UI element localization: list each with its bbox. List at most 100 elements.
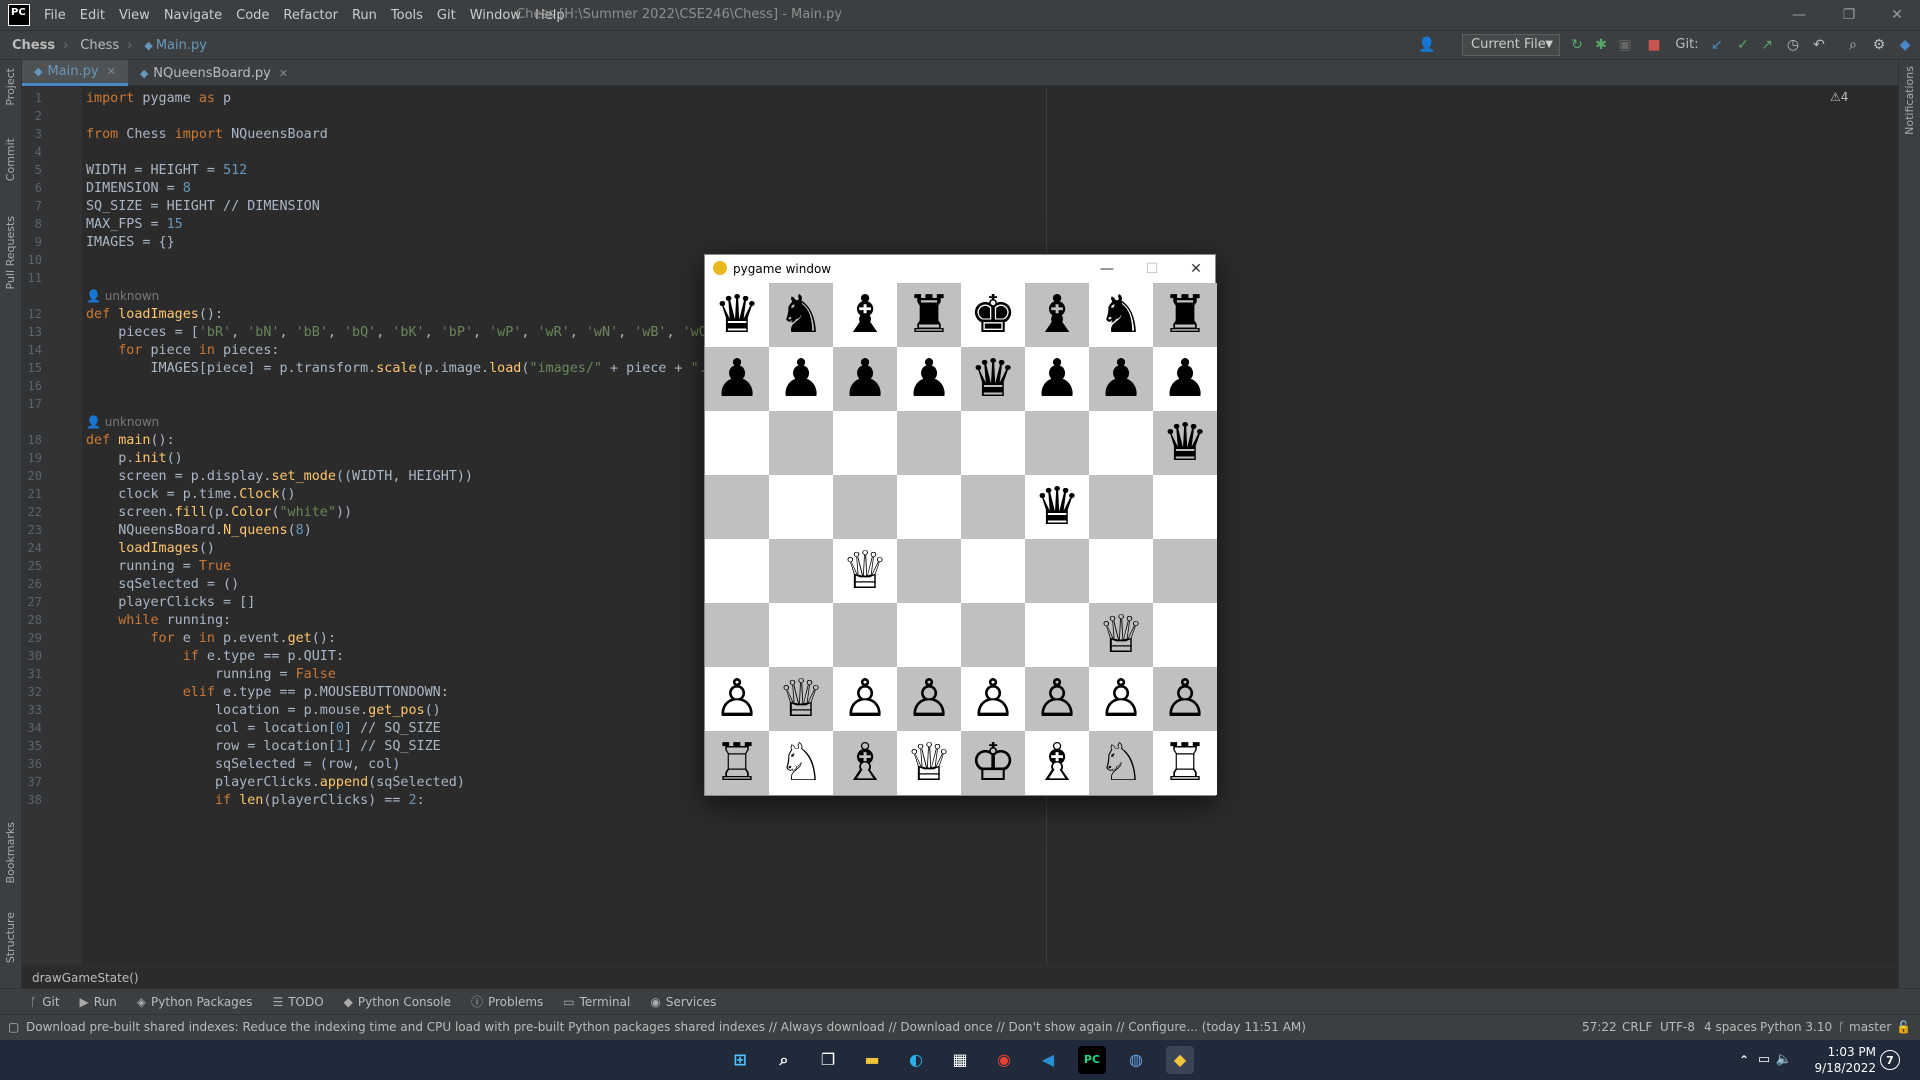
clock[interactable]: 1:03 PM 9/18/2022 <box>1796 1044 1876 1076</box>
rerun-icon[interactable]: ↻ <box>1568 36 1586 54</box>
tool-tab-python-packages[interactable]: ◈ Python Packages <box>137 995 253 1009</box>
minimize-button[interactable]: — <box>1776 4 1822 26</box>
chess-piece-square[interactable]: ♖ <box>705 731 769 795</box>
chess-piece-square[interactable]: ♕ <box>833 539 897 603</box>
chess-piece-square[interactable]: ♟ <box>705 347 769 411</box>
chess-square[interactable] <box>1153 603 1217 667</box>
git-branch[interactable]: ᚴ master <box>1838 1020 1891 1034</box>
chess-square[interactable] <box>961 475 1025 539</box>
chess-square[interactable] <box>961 603 1025 667</box>
tool-tab-git[interactable]: ᚴ Git <box>30 995 60 1009</box>
edge-browser-icon[interactable]: ◐ <box>902 1046 930 1074</box>
coverage-icon[interactable]: ▣ <box>1616 36 1634 54</box>
chess-square[interactable] <box>705 475 769 539</box>
git-update-icon[interactable]: ↙ <box>1708 36 1726 54</box>
chess-square[interactable] <box>705 539 769 603</box>
lock-icon[interactable]: 🔓 <box>1896 1020 1911 1034</box>
chess-square[interactable] <box>833 475 897 539</box>
chess-piece-square[interactable]: ♕ <box>769 667 833 731</box>
chess-square[interactable] <box>961 539 1025 603</box>
chess-square[interactable] <box>833 603 897 667</box>
vscode-icon[interactable]: ◀ <box>1034 1046 1062 1074</box>
search-icon[interactable]: ⌕ <box>770 1046 798 1074</box>
pygame-window[interactable]: pygame window — ☐ ✕ ♛ ♞ ♝ ♜ ♚ ♝ ♞ ♜ ♟ ♟ ♟ ♟ ♛ ♟ ♟ ♟ ♛ ♛ ♕ ♕… <box>704 254 1217 796</box>
task-view-icon[interactable]: ❐ <box>814 1046 842 1074</box>
chess-piece-square[interactable]: ♙ <box>961 667 1025 731</box>
volume-icon[interactable]: 🔈 <box>1770 1046 1798 1074</box>
file-encoding[interactable]: UTF-8 <box>1660 1020 1695 1034</box>
chess-piece-square[interactable]: ♙ <box>1089 667 1153 731</box>
bookmarks-tool-tab[interactable]: Bookmarks <box>4 822 17 883</box>
chess-piece-square[interactable]: ♛ <box>1153 411 1217 475</box>
breadcrumb-project[interactable]: Chess <box>12 38 55 53</box>
chess-square[interactable] <box>1089 411 1153 475</box>
plugin-icon[interactable]: ◆ <box>1896 36 1914 54</box>
menu-navigate[interactable]: Navigate <box>164 8 222 23</box>
chess-square[interactable] <box>1025 539 1089 603</box>
chess-piece-square[interactable]: ♚ <box>961 283 1025 347</box>
chess-piece-square[interactable]: ♗ <box>1025 731 1089 795</box>
chess-piece-square[interactable]: ♘ <box>1089 731 1153 795</box>
microsoft-store-icon[interactable]: ▦ <box>946 1046 974 1074</box>
windows-start-icon[interactable]: ⊞ <box>726 1046 754 1074</box>
code-breadcrumb[interactable]: drawGameState() <box>22 966 1898 988</box>
chess-square[interactable] <box>897 539 961 603</box>
chess-square[interactable] <box>705 411 769 475</box>
git-commit-icon[interactable]: ✓ <box>1734 36 1752 54</box>
chess-piece-square[interactable]: ♛ <box>1025 475 1089 539</box>
chess-piece-square[interactable]: ♞ <box>769 283 833 347</box>
rollback-icon[interactable]: ↶ <box>1810 36 1828 54</box>
warning-count-badge[interactable]: ⚠4 <box>1830 90 1848 104</box>
chess-board[interactable]: ♛ ♞ ♝ ♜ ♚ ♝ ♞ ♜ ♟ ♟ ♟ ♟ ♛ ♟ ♟ ♟ ♛ ♛ ♕ ♕ ♙ ♕ ♙ ♙ ♙ ♙ ♙ ♙ ♖ ♘ ♗ ♕ ♔ ♗ ♘ ♖ <box>705 283 1217 795</box>
file-explorer-icon[interactable]: ▬ <box>858 1046 886 1074</box>
chess-piece-square[interactable]: ♜ <box>1153 283 1217 347</box>
debug-icon[interactable]: ✱ <box>1592 36 1610 54</box>
chess-square[interactable] <box>897 603 961 667</box>
chess-piece-square[interactable]: ♟ <box>1025 347 1089 411</box>
chess-piece-square[interactable]: ♟ <box>769 347 833 411</box>
author-hint[interactable]: 👤 unknown <box>86 289 159 303</box>
chess-square[interactable] <box>1089 475 1153 539</box>
tool-tab-todo[interactable]: ☰ TODO <box>272 995 323 1009</box>
tool-tab-terminal[interactable]: ▭ Terminal <box>563 995 630 1009</box>
chess-square[interactable] <box>769 539 833 603</box>
tool-tab-python-console[interactable]: ◆ Python Console <box>344 995 451 1009</box>
chess-square[interactable] <box>769 411 833 475</box>
tool-tab-run[interactable]: ▶ Run <box>80 995 117 1009</box>
menu-refactor[interactable]: Refactor <box>283 8 338 23</box>
chess-piece-square[interactable]: ♟ <box>897 347 961 411</box>
python-icon[interactable]: ◆ <box>1166 1046 1194 1074</box>
menu-view[interactable]: View <box>119 8 150 23</box>
chess-square[interactable] <box>1025 603 1089 667</box>
chess-square[interactable] <box>1025 411 1089 475</box>
breadcrumb-file[interactable]: ◆ Main.py <box>144 38 207 53</box>
chess-piece-square[interactable]: ♕ <box>1089 603 1153 667</box>
qbittorrent-icon[interactable]: ◍ <box>1122 1046 1150 1074</box>
close-icon[interactable]: ✕ <box>279 67 288 80</box>
chess-square[interactable] <box>705 603 769 667</box>
event-log-icon[interactable]: ▢ <box>8 1020 19 1034</box>
status-message[interactable]: Download pre-built shared indexes: Reduc… <box>26 1020 1306 1034</box>
chess-piece-square[interactable]: ♟ <box>833 347 897 411</box>
chess-piece-square[interactable]: ♛ <box>705 283 769 347</box>
run-configuration-select[interactable]: Current File ▼ <box>1462 34 1560 56</box>
menu-window[interactable]: Window <box>470 8 521 23</box>
pull-requests-tool-tab[interactable]: Pull Requests <box>4 216 17 289</box>
chess-piece-square[interactable]: ♟ <box>1089 347 1153 411</box>
git-push-icon[interactable]: ↗ <box>1758 36 1776 54</box>
menu-tools[interactable]: Tools <box>391 8 423 23</box>
tool-tab-services[interactable]: ◉ Services <box>650 995 716 1009</box>
history-icon[interactable]: ◷ <box>1784 36 1802 54</box>
tool-tab-problems[interactable]: ⓘ Problems <box>471 993 543 1010</box>
project-tool-tab[interactable]: Project <box>4 68 17 106</box>
notifications-tool-tab[interactable]: Notifications <box>1903 66 1916 135</box>
gear-icon[interactable]: ⚙ <box>1870 36 1888 54</box>
search-icon[interactable]: ⌕ <box>1844 36 1862 54</box>
python-interpreter[interactable]: Python 3.10 <box>1760 1020 1832 1034</box>
chess-piece-square[interactable]: ♖ <box>1153 731 1217 795</box>
pycharm-logo-icon[interactable]: PC <box>8 4 30 26</box>
chess-piece-square[interactable]: ♙ <box>1025 667 1089 731</box>
chess-piece-square[interactable]: ♛ <box>961 347 1025 411</box>
chess-square[interactable] <box>1089 539 1153 603</box>
chess-piece-square[interactable]: ♘ <box>769 731 833 795</box>
